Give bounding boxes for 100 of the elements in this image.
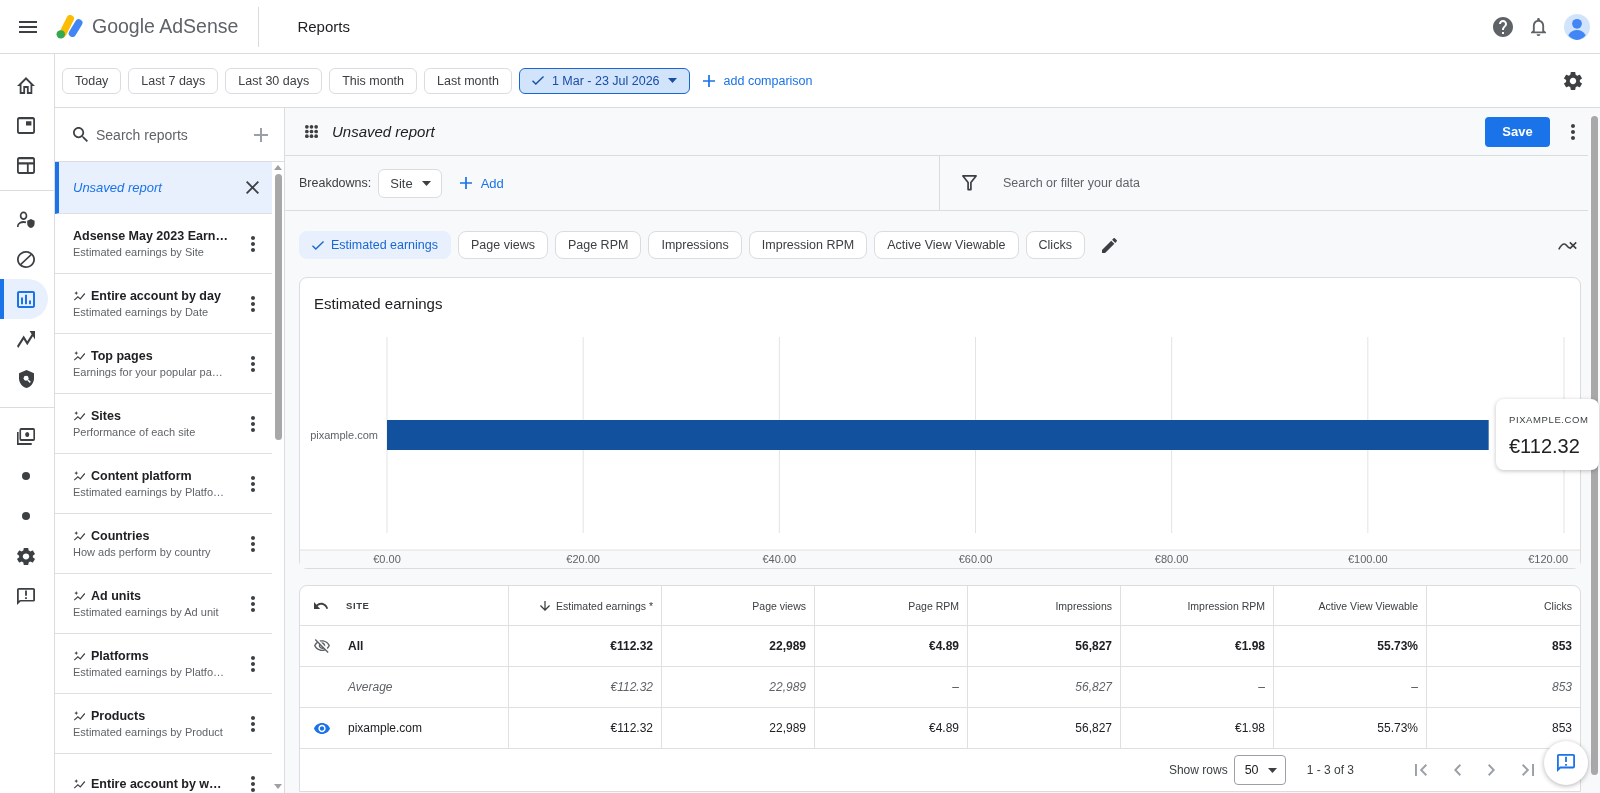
table-cell: – xyxy=(815,667,968,708)
column-header[interactable]: Impressions xyxy=(1055,599,1112,612)
search-field[interactable]: Search reports xyxy=(96,119,254,150)
check-icon xyxy=(312,240,324,250)
metric-chip[interactable]: Clicks xyxy=(1025,231,1085,259)
plus-icon[interactable] xyxy=(254,127,268,142)
apps-icon[interactable] xyxy=(305,125,318,138)
breakdown-dropdown[interactable]: Site xyxy=(378,168,442,198)
report-subtitle: Estimated earnings by Date xyxy=(73,306,210,318)
plus-icon xyxy=(702,74,715,87)
sparkle-chart-icon xyxy=(73,291,86,301)
report-title: Platforms xyxy=(91,649,149,663)
table-cell: 56,827 xyxy=(968,708,1121,749)
date-range-chip[interactable]: Last 7 days xyxy=(128,67,219,94)
metric-chip[interactable]: Active View Viewable xyxy=(874,231,1019,259)
bell-icon[interactable] xyxy=(1531,17,1546,36)
check-icon xyxy=(531,76,544,85)
table-cell: €112.32 xyxy=(509,667,662,708)
date-range-chip[interactable]: Today xyxy=(62,67,122,94)
metric-chip[interactable]: Impressions xyxy=(648,231,742,259)
column-header[interactable]: Page views xyxy=(752,599,806,612)
report-subtitle: Estimated earnings by Platfo… xyxy=(73,666,226,678)
metric-chip[interactable]: Estimated earnings xyxy=(299,231,451,259)
first-page-icon[interactable] xyxy=(1415,764,1427,776)
report-title: Countries xyxy=(91,529,150,543)
dot-icon xyxy=(22,512,30,520)
metric-chip[interactable]: Impression RPM xyxy=(748,231,868,259)
sparkle-chart-icon xyxy=(73,471,86,481)
metric-chip[interactable]: Page RPM xyxy=(554,231,642,259)
report-subtitle: Estimated earnings by Product xyxy=(73,726,224,738)
last-page-icon[interactable] xyxy=(1522,764,1534,776)
more-icon[interactable] xyxy=(251,235,255,252)
table-cell: 56,827 xyxy=(968,626,1121,667)
date-range-chip[interactable]: 1 Mar - 23 Jul 2026 xyxy=(518,67,690,94)
column-header[interactable]: Page RPM xyxy=(908,599,959,612)
column-header[interactable]: Active View Viewable xyxy=(1318,599,1418,612)
axis-tick-label: €20.00 xyxy=(566,553,600,565)
report-subtitle: Earnings for your popular pa… xyxy=(73,366,224,378)
menu-icon[interactable] xyxy=(19,20,37,33)
help-icon[interactable] xyxy=(1493,16,1513,37)
axis-tick-label: €100.00 xyxy=(1347,553,1388,565)
eye-icon[interactable] xyxy=(314,722,330,734)
sparkle-chart-icon xyxy=(73,778,86,789)
column-header[interactable]: SITE xyxy=(346,600,370,611)
metric-chip[interactable]: Page views xyxy=(458,231,548,259)
date-range-chip[interactable]: Last month xyxy=(424,67,512,94)
report-subtitle: Estimated earnings by Ad unit xyxy=(73,606,220,618)
column-header[interactable]: Estimated earnings * xyxy=(556,599,653,612)
more-icon[interactable] xyxy=(251,415,255,432)
undo-icon[interactable] xyxy=(314,602,328,609)
add-comparison-button[interactable]: add comparison xyxy=(702,73,813,88)
scroll-up-icon[interactable] xyxy=(274,165,282,170)
next-page-icon[interactable] xyxy=(1488,764,1495,776)
close-icon[interactable] xyxy=(246,181,259,194)
scroll-down-icon[interactable] xyxy=(274,784,282,789)
axis-tick-label: €120.00 xyxy=(1528,553,1568,565)
table-cell: €112.32 xyxy=(509,626,662,667)
axis-tick-label: €80.00 xyxy=(1154,553,1189,565)
more-icon[interactable] xyxy=(251,535,255,552)
bar-chart-icon xyxy=(17,290,35,308)
table-cell: 22,989 xyxy=(662,626,815,667)
eye-off-icon[interactable] xyxy=(314,639,330,653)
more-icon[interactable] xyxy=(251,295,255,312)
table-cell: 853 xyxy=(1427,667,1580,708)
settings-icon[interactable] xyxy=(1564,71,1582,90)
display-ad-icon xyxy=(17,116,35,134)
more-icon[interactable] xyxy=(251,355,255,372)
report-list-item[interactable]: Unsaved report xyxy=(55,162,272,214)
scrollbar-thumb[interactable] xyxy=(274,174,282,440)
banknote-icon xyxy=(17,427,35,445)
date-range-chip[interactable]: Last 30 days xyxy=(225,67,323,94)
more-icon[interactable] xyxy=(1571,123,1575,140)
previous-page-icon[interactable] xyxy=(1454,764,1461,776)
more-icon[interactable] xyxy=(251,475,255,492)
table-cell: 56,827 xyxy=(968,667,1121,708)
page-range: 1 - 3 of 3 xyxy=(1306,763,1354,777)
filter-field[interactable]: Search or filter your data xyxy=(1003,168,1588,198)
more-icon[interactable] xyxy=(251,715,255,732)
column-header[interactable]: Impression RPM xyxy=(1187,599,1265,612)
rows-per-page-dropdown[interactable]: 50 xyxy=(1233,755,1286,785)
shield-search-icon xyxy=(18,370,34,388)
person-shield-icon xyxy=(17,210,35,228)
column-header[interactable]: Clicks xyxy=(1544,599,1572,612)
sparkle-chart-icon xyxy=(73,591,86,601)
date-range-chip[interactable]: This month xyxy=(329,67,418,94)
axis-tick-label: €40.00 xyxy=(762,553,797,565)
table-cell: €112.32 xyxy=(509,708,662,749)
pencil-icon[interactable] xyxy=(1101,237,1117,253)
scrollbar-thumb[interactable] xyxy=(1590,116,1598,775)
chart-toggle-icon[interactable] xyxy=(1558,239,1577,251)
page-title: Reports xyxy=(297,18,350,35)
nav-item[interactable] xyxy=(0,279,48,319)
avatar-icon[interactable] xyxy=(1564,13,1590,40)
more-icon[interactable] xyxy=(251,775,255,792)
more-icon[interactable] xyxy=(251,595,255,612)
more-icon[interactable] xyxy=(251,655,255,672)
row-label: Average xyxy=(348,680,393,694)
report-title: Ad units xyxy=(91,589,141,603)
save-button[interactable]: Save xyxy=(1485,116,1550,147)
add-breakdown-button[interactable]: Add xyxy=(459,175,504,191)
